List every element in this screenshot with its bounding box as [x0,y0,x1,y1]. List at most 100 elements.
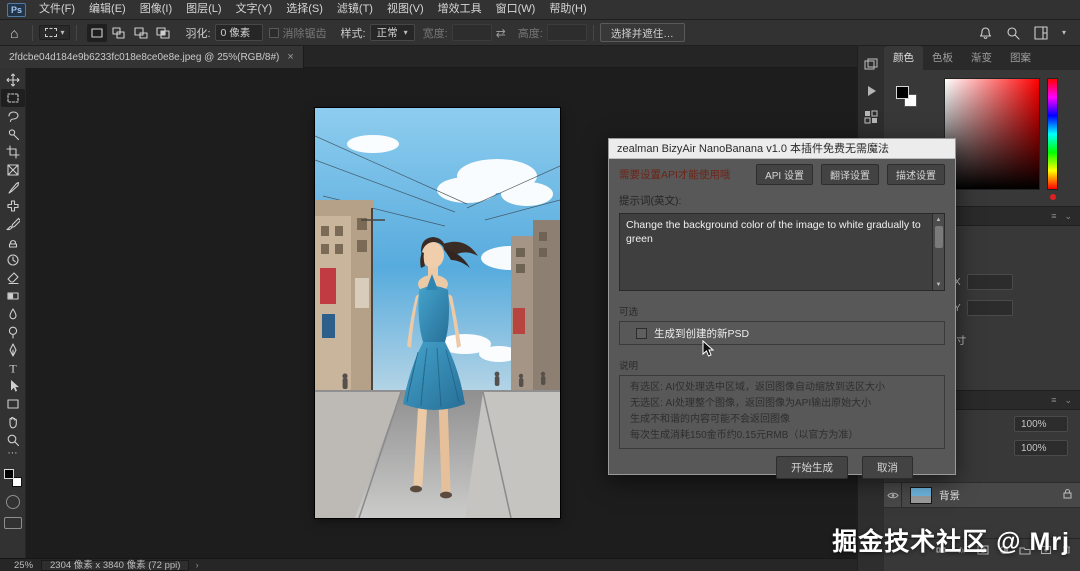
tab-patterns[interactable]: 图案 [1001,46,1040,70]
y-value-field[interactable] [967,300,1013,316]
notes-label: 说明 [619,358,945,372]
menu-image[interactable]: 图像(I) [133,0,179,19]
foreground-color-swatch[interactable] [4,469,14,479]
status-chevron-icon[interactable]: › [189,560,204,571]
dialog-title[interactable]: zealman BizyAir NanoBanana v1.0 本插件免费无需魔… [609,139,955,159]
zoom-level[interactable]: 25% [0,560,41,571]
brush-icon [6,217,20,231]
menu-file[interactable]: 文件(F) [32,0,82,19]
tool-type[interactable]: T [1,359,25,377]
swatches-icon[interactable] [864,110,878,124]
describe-settings-button[interactable]: 描述设置 [887,164,945,185]
chevron-down-icon[interactable]: ▾ [1062,28,1066,37]
add-selection-button[interactable] [109,24,129,42]
new-psd-option-row[interactable]: 生成到创建的新PSD [619,321,945,345]
quick-mask-button[interactable] [6,495,20,509]
scroll-down-icon[interactable]: ▼ [933,279,944,290]
intersect-selection-button[interactable] [153,24,173,42]
prompt-textarea[interactable]: Change the background color of the image… [619,213,945,291]
app-logo-icon[interactable]: Ps [7,3,26,17]
menu-layer[interactable]: 图层(L) [179,0,228,19]
height-input[interactable] [547,24,587,41]
tool-eraser[interactable] [1,269,25,287]
translate-settings-button[interactable]: 翻译设置 [821,164,879,185]
tool-hand[interactable] [1,413,25,431]
crop-icon [6,145,20,159]
scroll-up-icon[interactable]: ▲ [933,214,944,225]
fill-field[interactable]: 100% [1014,440,1068,456]
menu-filter[interactable]: 滤镜(T) [330,0,380,19]
opacity-field[interactable]: 100% [1014,416,1068,432]
new-selection-button[interactable] [87,24,107,42]
tool-spot-healing[interactable] [1,197,25,215]
close-tab-icon[interactable]: × [287,51,293,63]
note-line: 有选区: AI仅处理选中区域，返回图像自动缩放到选区大小 [630,380,934,396]
panels-icon[interactable] [864,58,878,72]
tool-lasso[interactable] [1,107,25,125]
tool-quick-selection[interactable] [1,125,25,143]
menu-plugins[interactable]: 增效工具 [431,0,489,19]
document-title: 2fdcbe04d184e9b6233fc018e8ce0e8e.jpeg @ … [9,52,279,63]
tab-swatches[interactable]: 色板 [923,46,962,70]
home-icon[interactable]: ⌂ [0,25,26,41]
anti-alias-label: 消除锯齿 [283,25,327,41]
tool-dodge[interactable] [1,323,25,341]
feather-input[interactable]: 0 像素 [215,24,263,41]
foreground-background-swatches[interactable] [4,469,22,487]
menu-type[interactable]: 文字(Y) [229,0,280,19]
tool-frame[interactable] [1,161,25,179]
tool-blur[interactable] [1,305,25,323]
tool-brush[interactable] [1,215,25,233]
x-value-field[interactable] [967,274,1013,290]
api-settings-button[interactable]: API 设置 [756,164,813,185]
tool-rectangle-shape[interactable] [1,395,25,413]
tab-color[interactable]: 颜色 [884,46,923,70]
tool-gradient[interactable] [1,287,25,305]
tool-pen[interactable] [1,341,25,359]
menu-window[interactable]: 窗口(W) [489,0,543,19]
anti-alias-toggle[interactable]: 消除锯齿 [269,25,327,41]
layer-thumbnail[interactable] [910,487,932,504]
tab-gradients[interactable]: 渐变 [962,46,1001,70]
tool-rectangular-marquee[interactable] [1,89,25,107]
document-tab[interactable]: 2fdcbe04d184e9b6233fc018e8ce0e8e.jpeg @ … [0,46,304,68]
swap-dimensions-icon[interactable]: ⇄ [496,26,506,40]
select-and-mask-button[interactable]: 选择并遮住… [600,23,685,42]
layer-visibility-toggle[interactable] [884,482,902,508]
tool-clone-stamp[interactable] [1,233,25,251]
cancel-button[interactable]: 取消 [862,456,913,479]
tool-zoom[interactable] [1,431,25,449]
textarea-scrollbar[interactable]: ▲ ▼ [932,214,944,290]
edit-toolbar-button[interactable]: ⋯ [8,449,18,463]
tool-path-selection[interactable] [1,377,25,395]
prompt-text[interactable]: Change the background color of the image… [620,214,932,290]
hue-slider[interactable] [1047,78,1058,190]
menu-view[interactable]: 视图(V) [380,0,431,19]
menu-help[interactable]: 帮助(H) [542,0,593,19]
tool-preset-picker[interactable]: ▾ [39,25,70,40]
screen-mode-button[interactable] [4,517,22,529]
watermark-text: 掘金技术社区 @ Mrj [832,522,1070,558]
menu-select[interactable]: 选择(S) [279,0,330,19]
new-psd-checkbox[interactable] [636,328,647,339]
style-select[interactable]: 正常 ▾ [370,24,415,41]
tool-move[interactable] [1,71,25,89]
workspace-layout-icon[interactable] [1034,26,1048,40]
tool-eyedropper[interactable] [1,179,25,197]
foreground-color-swatch[interactable] [896,86,909,99]
menu-edit[interactable]: 编辑(E) [82,0,133,19]
actions-icon[interactable] [864,84,878,98]
scrollbar-thumb[interactable] [935,226,943,248]
tool-crop[interactable] [1,143,25,161]
bell-icon[interactable] [979,26,992,40]
search-icon[interactable] [1006,26,1020,40]
saturation-brightness-field[interactable] [944,78,1040,190]
note-line: 生成不和谐的内容可能不会返回图像 [630,412,934,428]
dialog-body: 需要设置API才能使用哦 API 设置 翻译设置 描述设置 提示词(英文): C… [609,159,955,476]
width-input[interactable] [452,24,492,41]
tool-history-brush[interactable] [1,251,25,269]
document-image[interactable] [315,108,560,518]
layer-row-background[interactable]: 背景 [884,482,1080,508]
subtract-selection-button[interactable] [131,24,151,42]
start-generate-button[interactable]: 开始生成 [776,456,848,479]
